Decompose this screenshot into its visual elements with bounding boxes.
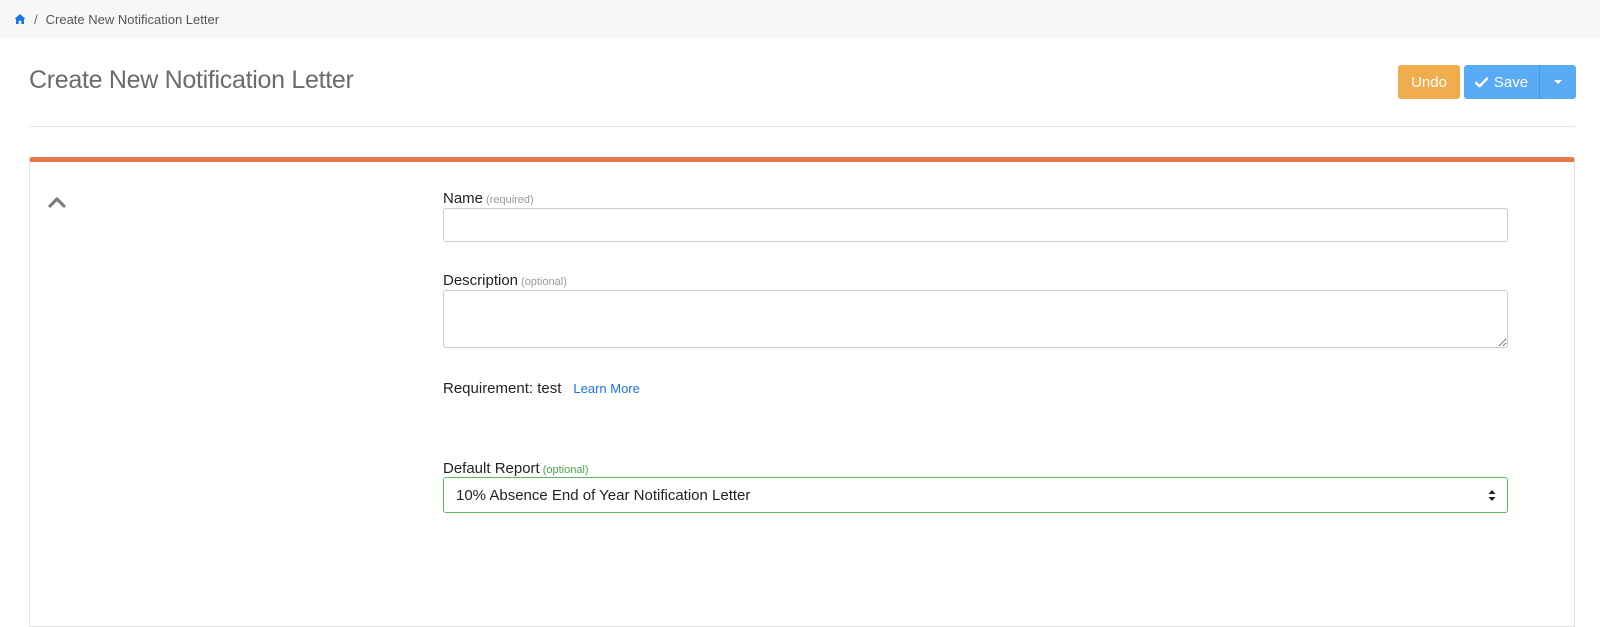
caret-down-icon <box>1554 80 1562 84</box>
undo-button[interactable]: Undo <box>1398 65 1460 99</box>
chevron-up-icon[interactable] <box>47 195 67 209</box>
breadcrumb-current: Create New Notification Letter <box>45 11 220 27</box>
name-input[interactable] <box>443 208 1508 242</box>
header-divider <box>29 126 1575 127</box>
description-textarea[interactable] <box>443 290 1508 348</box>
name-label: Name (required) <box>443 190 534 207</box>
save-button-label: Save <box>1493 73 1529 91</box>
page-title: Create New Notification Letter <box>29 66 354 94</box>
default-report-select[interactable]: 10% Absence End of Year Notification Let… <box>443 477 1508 513</box>
check-icon <box>1474 76 1488 88</box>
description-label-text: Description <box>443 272 519 289</box>
default-report-label-text: Default Report <box>443 460 540 477</box>
breadcrumb: / Create New Notification Letter <box>0 0 1600 38</box>
home-icon[interactable] <box>14 13 26 25</box>
name-hint: (required) <box>486 194 534 206</box>
requirement-row: Requirement: test Learn More <box>443 380 640 397</box>
description-hint: (optional) <box>521 276 567 288</box>
breadcrumb-separator: / <box>34 11 38 27</box>
default-report-hint: (optional) <box>542 464 589 476</box>
default-report-label: Default Report (optional) <box>443 460 589 477</box>
select-arrows-icon <box>1488 489 1496 502</box>
requirement-text: Requirement: test <box>443 380 562 397</box>
notification-letter-panel: Name (required) Description (optional) Req… <box>29 157 1575 627</box>
save-options-dropdown-button[interactable] <box>1540 65 1576 99</box>
name-label-text: Name <box>443 190 484 207</box>
learn-more-link[interactable]: Learn More <box>573 381 639 396</box>
save-button[interactable]: Save <box>1464 65 1540 99</box>
description-label: Description (optional) <box>443 272 567 289</box>
header-actions: Undo Save <box>1398 65 1576 99</box>
default-report-selected-value: 10% Absence End of Year Notification Let… <box>456 486 751 504</box>
